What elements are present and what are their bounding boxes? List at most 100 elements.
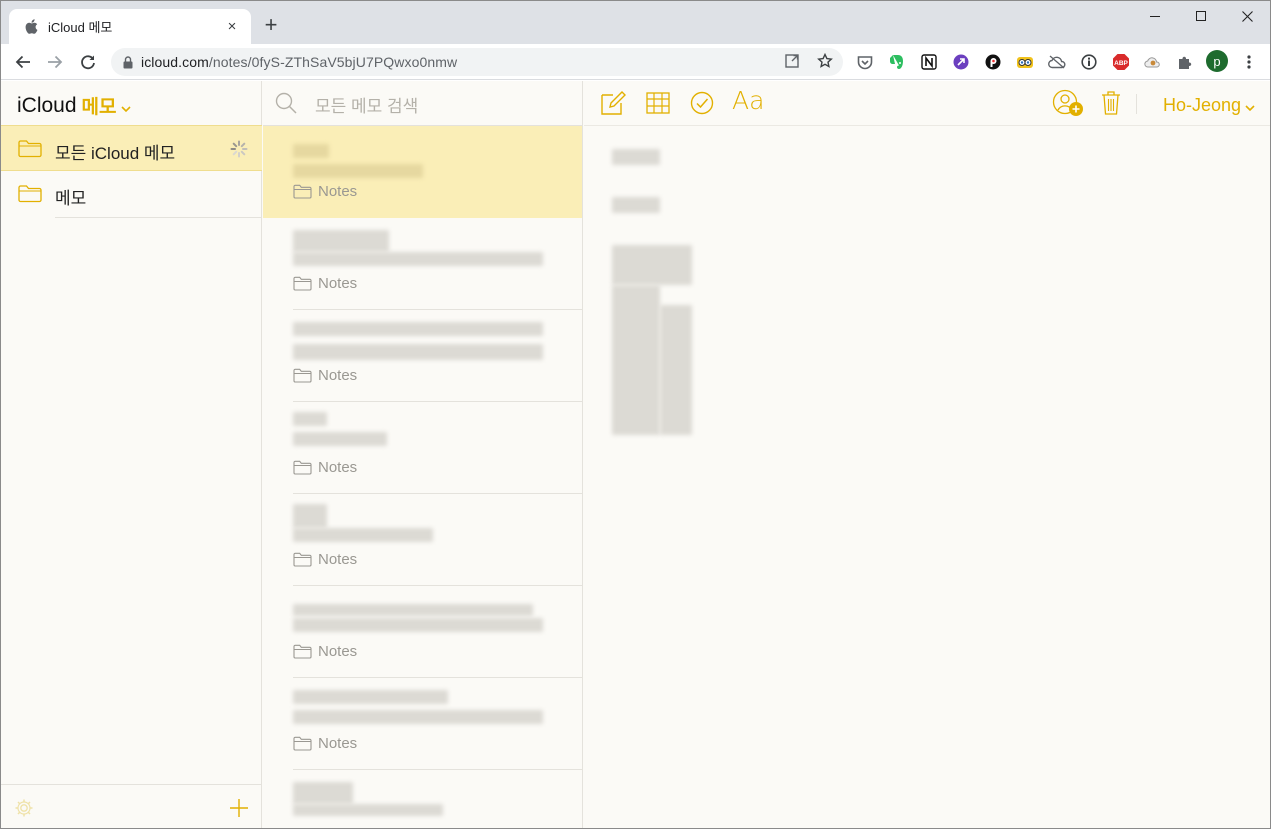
- chevron-down-icon: [120, 95, 131, 119]
- profile-avatar[interactable]: p: [1206, 50, 1228, 72]
- reload-button[interactable]: [76, 50, 100, 74]
- url-path: /notes/0fyS-ZThSaV5bjU7PQwxo0nmw: [208, 54, 458, 70]
- loading-spinner-icon: [230, 140, 248, 163]
- trash-icon[interactable]: [1101, 90, 1121, 116]
- app-name-label: 메모: [81, 97, 117, 118]
- note-folder-tag: Notes: [293, 735, 357, 752]
- redacted-text: [293, 230, 389, 252]
- apple-icon: [23, 19, 39, 35]
- note-list-item[interactable]: Notes: [263, 494, 582, 586]
- note-list-item[interactable]: Notes: [263, 126, 582, 218]
- redacted-text: [293, 504, 327, 528]
- note-list-item[interactable]: Notes: [263, 310, 582, 402]
- note-folder-tag: Notes: [293, 367, 357, 384]
- redacted-text: [293, 604, 533, 616]
- redacted-text: [293, 804, 443, 816]
- tab-close-button[interactable]: ×: [223, 18, 241, 36]
- adblock-label: ABP: [1114, 60, 1128, 67]
- close-icon: [1241, 10, 1253, 22]
- browser-tab[interactable]: iCloud 메모 ×: [9, 9, 251, 44]
- info-icon[interactable]: [1080, 53, 1098, 71]
- bookmark-star-icon[interactable]: [817, 52, 833, 74]
- redacted-text: [293, 782, 353, 804]
- note-list-item[interactable]: Notes: [263, 402, 582, 494]
- redacted-text: [293, 322, 543, 336]
- folder-all-icloud-notes[interactable]: 모든 iCloud 메모: [1, 125, 262, 171]
- new-tab-button[interactable]: +: [260, 14, 282, 36]
- note-folder-tag: Notes: [293, 183, 357, 200]
- extension-icon[interactable]: [1016, 53, 1034, 71]
- reload-icon: [81, 55, 95, 70]
- lock-icon: [123, 55, 133, 68]
- extension-icon[interactable]: [1144, 53, 1162, 71]
- note-list-item[interactable]: Notes: [263, 770, 582, 828]
- back-arrow-icon: [15, 55, 30, 69]
- redacted-text: [612, 245, 692, 285]
- folder-icon: [293, 644, 312, 659]
- checklist-icon[interactable]: [689, 90, 715, 116]
- note-folder-label: Notes: [318, 275, 358, 292]
- note-list-item[interactable]: Notes: [263, 586, 582, 678]
- note-folder-label: Notes: [318, 367, 358, 384]
- add-folder-plus-icon[interactable]: [229, 798, 249, 823]
- note-folder-tag: Notes: [293, 551, 357, 568]
- folder-icon: [293, 460, 312, 475]
- tab-title: iCloud 메모: [48, 20, 113, 35]
- note-folder-tag: Notes: [293, 459, 357, 476]
- note-folder-tag: Notes: [293, 643, 357, 660]
- folder-icon: [293, 368, 312, 383]
- icloud-notes-app: iCloud 메모 모든 iCloud 메모 메모 모든 메모 검색 Notes…: [1, 81, 1270, 828]
- back-button[interactable]: [11, 50, 35, 74]
- folder-icon: [18, 184, 42, 208]
- settings-gear-icon[interactable]: [14, 798, 34, 823]
- minimize-button[interactable]: [1132, 1, 1178, 31]
- pocket-icon[interactable]: [856, 53, 874, 71]
- redacted-text: [293, 412, 327, 426]
- redacted-text: [293, 144, 329, 158]
- search-bar[interactable]: 모든 메모 검색: [263, 81, 582, 126]
- redacted-text: [293, 528, 433, 542]
- search-placeholder: 모든 메모 검색: [315, 97, 419, 116]
- redacted-text: [612, 197, 660, 213]
- forward-arrow-icon: [48, 55, 63, 69]
- redacted-text: [293, 164, 423, 178]
- search-icon: [275, 92, 297, 119]
- note-list-item[interactable]: Notes: [263, 218, 582, 310]
- compose-note-icon[interactable]: [600, 90, 626, 116]
- brand-label: iCloud: [17, 93, 77, 117]
- evernote-icon[interactable]: [888, 53, 906, 71]
- maximize-button[interactable]: [1178, 1, 1224, 31]
- more-menu-icon[interactable]: [1240, 53, 1258, 71]
- format-button[interactable]: Aa: [732, 86, 764, 115]
- extension-icon[interactable]: [984, 53, 1002, 71]
- redacted-text: [293, 710, 543, 724]
- divider: [55, 217, 262, 218]
- app-title[interactable]: iCloud 메모: [17, 92, 131, 119]
- adblock-icon[interactable]: ABP: [1112, 53, 1130, 71]
- chevron-down-icon: [1245, 96, 1255, 117]
- folder-memo[interactable]: 메모: [1, 171, 262, 217]
- cloud-icon[interactable]: [1048, 53, 1066, 71]
- notion-icon[interactable]: [920, 53, 938, 71]
- note-folder-label: Notes: [318, 551, 358, 568]
- title-bar: iCloud 메모 × +: [1, 1, 1270, 44]
- note-list-item[interactable]: Notes: [263, 678, 582, 770]
- add-people-icon[interactable]: [1052, 89, 1084, 117]
- redacted-text: [293, 618, 543, 632]
- open-in-app-icon[interactable]: [785, 54, 799, 73]
- sidebar-footer: [1, 784, 262, 828]
- forward-button[interactable]: [43, 50, 67, 74]
- url-host: icloud.com: [141, 54, 209, 70]
- user-menu[interactable]: Ho-Jeong: [1163, 94, 1255, 117]
- extension-icon[interactable]: [952, 53, 970, 71]
- redacted-text: [612, 285, 660, 435]
- note-folder-label: Notes: [318, 459, 358, 476]
- note-editor: Aa Ho-Jeong: [584, 81, 1270, 828]
- note-body[interactable]: [584, 127, 1270, 828]
- close-button[interactable]: [1224, 1, 1270, 31]
- folder-icon: [293, 552, 312, 567]
- address-bar[interactable]: icloud.com/notes/0fyS-ZThSaV5bjU7PQwxo0n…: [111, 48, 843, 76]
- table-icon[interactable]: [645, 90, 671, 116]
- browser-toolbar: icloud.com/notes/0fyS-ZThSaV5bjU7PQwxo0n…: [1, 44, 1270, 80]
- puzzle-icon[interactable]: [1176, 53, 1194, 71]
